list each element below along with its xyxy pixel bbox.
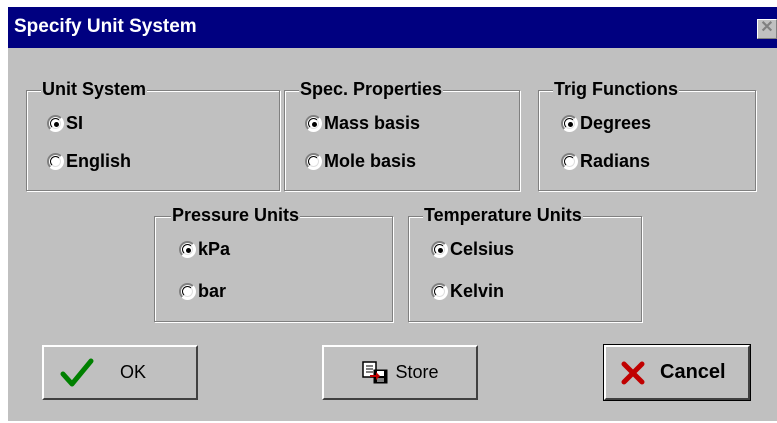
checkmark-icon — [60, 358, 94, 386]
cancel-button[interactable]: Cancel — [603, 344, 751, 401]
radio-selected-icon — [179, 241, 196, 258]
radio-degrees[interactable]: Degrees — [561, 113, 651, 134]
temperature-units-label: Temperature Units — [423, 205, 583, 226]
close-icon[interactable]: ✕ — [757, 19, 777, 39]
radio-english-label: English — [66, 151, 132, 171]
radio-kelvin-label: Kelvin — [450, 281, 505, 301]
cancel-button-label: Cancel — [660, 361, 726, 383]
radio-unselected-icon — [47, 153, 64, 170]
ok-button[interactable]: OK — [42, 345, 198, 400]
radio-unselected-icon — [561, 153, 578, 170]
radio-degrees-label: Degrees — [580, 113, 652, 133]
radio-mole-basis-label: Mole basis — [324, 151, 417, 171]
store-button-label: Store — [395, 362, 439, 382]
radio-bar[interactable]: bar — [179, 281, 226, 302]
window-title: Specify Unit System — [14, 16, 197, 37]
radio-english[interactable]: English — [47, 151, 131, 172]
radio-selected-icon — [431, 241, 448, 258]
pressure-units-label: Pressure Units — [171, 205, 301, 226]
radio-selected-icon — [47, 115, 64, 132]
radio-celsius[interactable]: Celsius — [431, 239, 514, 260]
radio-radians[interactable]: Radians — [561, 151, 650, 172]
radio-kelvin[interactable]: Kelvin — [431, 281, 504, 302]
store-icon — [362, 360, 388, 383]
radio-si-label: SI — [66, 113, 84, 133]
radio-bar-label: bar — [198, 281, 227, 301]
trig-functions-group: Trig Functions Degrees Radians — [538, 79, 756, 191]
temperature-units-group: Temperature Units Celsius Kelvin — [408, 205, 642, 322]
radio-mole-basis[interactable]: Mole basis — [305, 151, 416, 172]
ok-button-label: OK — [120, 362, 147, 382]
radio-mass-basis-label: Mass basis — [324, 113, 421, 133]
radio-unselected-icon — [179, 283, 196, 300]
radio-si[interactable]: SI — [47, 113, 83, 134]
radio-kpa-label: kPa — [198, 239, 231, 259]
pressure-units-group: Pressure Units kPa bar — [154, 205, 393, 322]
radio-unselected-icon — [431, 283, 448, 300]
x-icon — [621, 361, 645, 384]
title-bar: Specify Unit System ✕ — [8, 7, 777, 48]
unit-system-group: Unit System SI English — [26, 79, 280, 191]
radio-radians-label: Radians — [580, 151, 651, 171]
radio-unselected-icon — [305, 153, 322, 170]
radio-mass-basis[interactable]: Mass basis — [305, 113, 420, 134]
radio-selected-icon — [561, 115, 578, 132]
trig-functions-label: Trig Functions — [553, 79, 679, 100]
radio-selected-icon — [305, 115, 322, 132]
spec-properties-label: Spec. Properties — [299, 79, 444, 100]
store-button[interactable]: Store — [322, 345, 478, 400]
unit-system-label: Unit System — [41, 79, 148, 100]
spec-properties-group: Spec. Properties Mass basis Mole basis — [284, 79, 520, 191]
specify-unit-system-dialog: Specify Unit System ✕ Unit System SI Eng… — [8, 7, 777, 421]
radio-kpa[interactable]: kPa — [179, 239, 230, 260]
radio-celsius-label: Celsius — [450, 239, 515, 259]
